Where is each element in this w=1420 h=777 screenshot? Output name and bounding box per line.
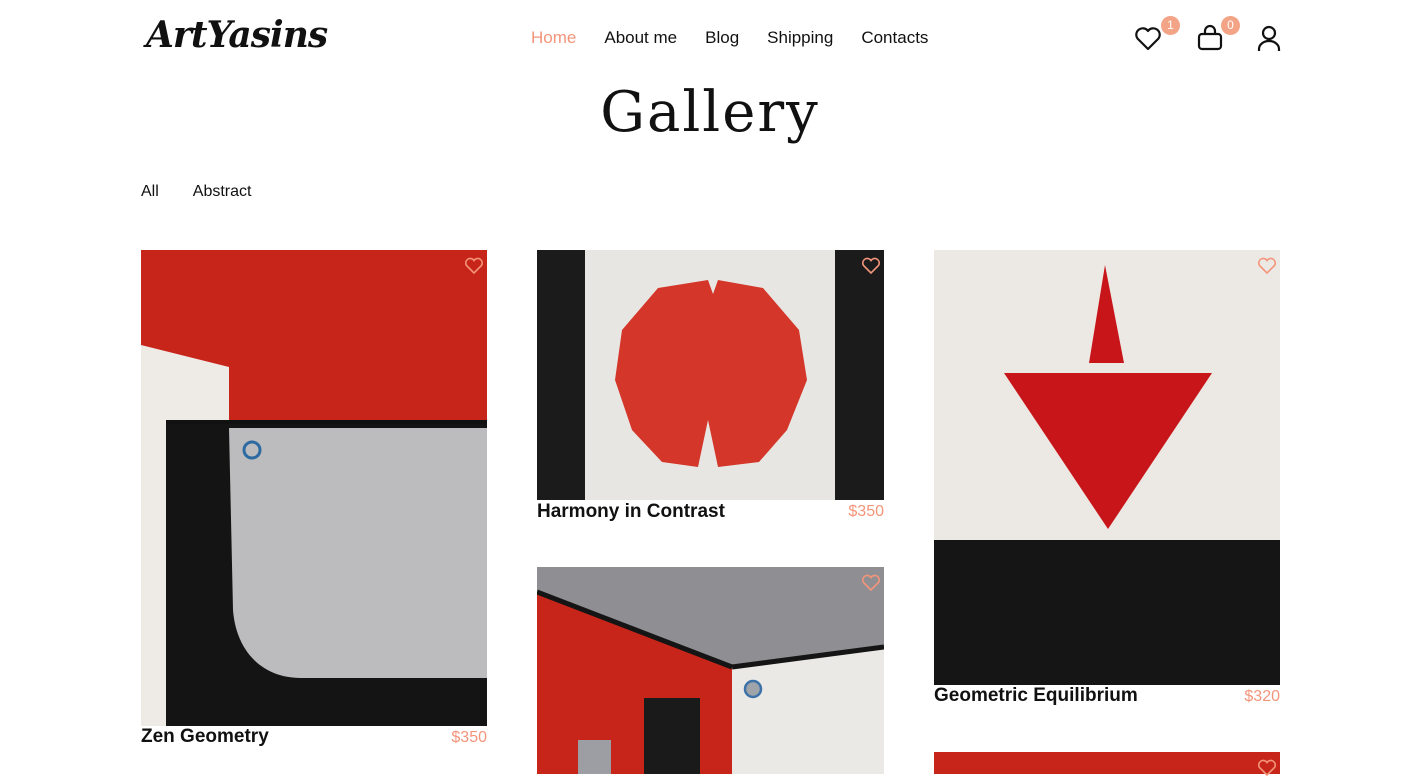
header-actions: 1 0 [1134,16,1284,58]
product-price: $350 [848,503,884,520]
product-name[interactable]: Harmony in Contrast [537,501,725,523]
product-card[interactable]: Zen Geometry $350 [141,250,487,750]
favorite-heart-icon[interactable] [861,257,881,275]
category-filters: All Abstract [141,183,285,201]
page-title: Gallery [600,80,820,145]
shopping-bag-icon [1197,24,1223,51]
product-image[interactable] [537,250,884,500]
nav-home[interactable]: Home [531,28,576,48]
nav-about-me[interactable]: About me [604,28,677,48]
nav-shipping[interactable]: Shipping [767,28,833,48]
cart-count-badge: 0 [1221,16,1240,35]
brand-logo[interactable]: ArtYasins [146,14,328,56]
heart-icon [1135,27,1161,51]
product-image[interactable] [934,752,1280,774]
product-name[interactable]: Zen Geometry [141,726,269,748]
favorite-heart-icon[interactable] [861,574,881,592]
cart-button[interactable]: 0 [1196,16,1240,56]
site-header: ArtYasins Home About me Blog Shipping Co… [0,0,1420,80]
favorites-count-badge: 1 [1161,16,1180,35]
account-button[interactable] [1256,22,1288,56]
filter-all[interactable]: All [141,183,159,201]
favorite-heart-icon[interactable] [1257,759,1277,777]
favorite-heart-icon[interactable] [464,257,484,275]
nav-blog[interactable]: Blog [705,28,739,48]
product-card[interactable]: Geometric Equilibrium $320 [934,250,1280,710]
favorite-heart-icon[interactable] [1257,257,1277,275]
product-card[interactable]: Harmony in Contrast $350 [537,250,884,526]
main-nav: Home About me Blog Shipping Contacts [531,28,956,48]
product-price: $320 [1244,688,1280,705]
filter-abstract[interactable]: Abstract [193,183,252,201]
nav-contacts[interactable]: Contacts [861,28,928,48]
favorites-button[interactable]: 1 [1134,16,1180,56]
product-image[interactable] [141,250,487,726]
product-card[interactable] [537,567,884,774]
product-image[interactable] [934,250,1280,685]
user-icon [1257,25,1281,51]
product-name[interactable]: Geometric Equilibrium [934,685,1138,707]
product-card[interactable] [934,752,1280,777]
product-image[interactable] [537,567,884,774]
product-price: $350 [451,729,487,746]
